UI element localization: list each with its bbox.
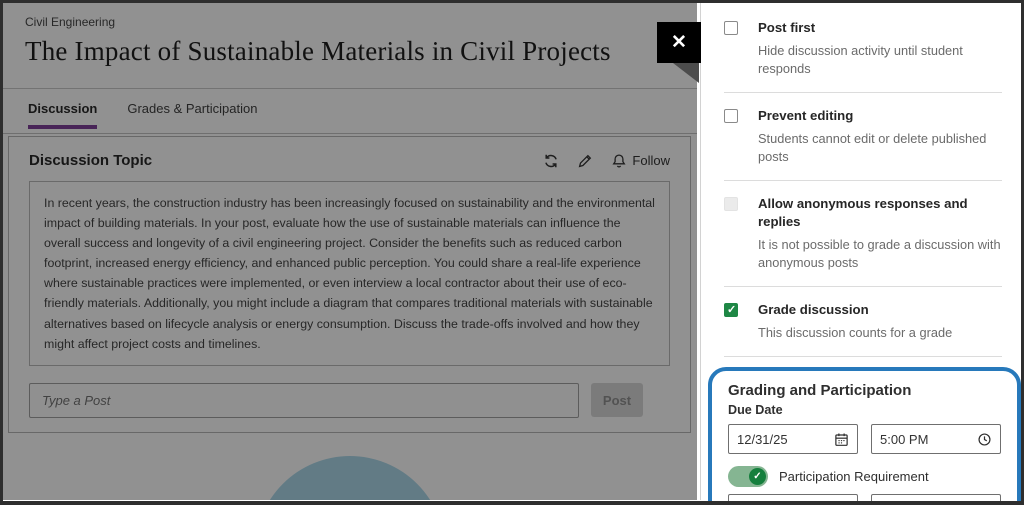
divider bbox=[724, 92, 1002, 93]
due-time-input[interactable]: 5:00 PM bbox=[871, 424, 1001, 454]
close-icon: ✕ bbox=[671, 31, 687, 54]
discussion-settings-panel: Post first Hide discussion activity unti… bbox=[700, 3, 1024, 500]
participation-type-dropdown[interactable]: Post or Reply ▾ bbox=[871, 494, 1001, 505]
app-window: Civil Engineering The Impact of Sustaina… bbox=[0, 0, 1024, 505]
option-label: Grade discussion bbox=[758, 301, 1006, 319]
participation-requirement-toggle[interactable]: ✓ bbox=[728, 466, 768, 487]
divider bbox=[724, 356, 1002, 357]
option-description: This discussion counts for a grade bbox=[758, 324, 1006, 342]
participation-count-dropdown[interactable]: 3 ▾ bbox=[728, 494, 858, 505]
participation-count-value: 3 bbox=[737, 502, 744, 505]
close-button-tail bbox=[673, 63, 699, 83]
option-description: It is not possible to grade a discussion… bbox=[758, 236, 1006, 272]
option-label: Prevent editing bbox=[758, 107, 1006, 125]
grade-discussion-checkbox[interactable] bbox=[724, 303, 738, 317]
allow-anonymous-checkbox bbox=[724, 197, 738, 211]
due-time-value: 5:00 PM bbox=[880, 432, 928, 447]
option-allow-anonymous: Allow anonymous responses and replies It… bbox=[724, 191, 1006, 284]
discussion-page: Civil Engineering The Impact of Sustaina… bbox=[3, 3, 697, 500]
option-prevent-editing: Prevent editing Students cannot edit or … bbox=[724, 103, 1006, 178]
divider bbox=[724, 286, 1002, 287]
due-date-value: 12/31/25 bbox=[737, 432, 788, 447]
option-description: Students cannot edit or delete published… bbox=[758, 130, 1006, 166]
option-post-first: Post first Hide discussion activity unti… bbox=[724, 15, 1006, 90]
due-date-label: Due Date bbox=[728, 403, 1001, 417]
calendar-icon bbox=[834, 432, 849, 447]
participation-requirement-label: Participation Requirement bbox=[779, 469, 929, 484]
toggle-check-icon: ✓ bbox=[749, 468, 766, 485]
post-first-checkbox[interactable] bbox=[724, 21, 738, 35]
clock-icon bbox=[977, 432, 992, 447]
prevent-editing-checkbox[interactable] bbox=[724, 109, 738, 123]
grading-section-heading: Grading and Participation bbox=[728, 382, 1001, 399]
option-description: Hide discussion activity until student r… bbox=[758, 42, 1006, 78]
option-grade-discussion: Grade discussion This discussion counts … bbox=[724, 297, 1006, 354]
option-label: Post first bbox=[758, 19, 1006, 37]
option-label: Allow anonymous responses and replies bbox=[758, 195, 1006, 231]
divider bbox=[724, 180, 1002, 181]
close-button[interactable]: ✕ bbox=[657, 22, 701, 63]
due-date-input[interactable]: 12/31/25 bbox=[728, 424, 858, 454]
grading-participation-highlight: Grading and Participation Due Date 12/31… bbox=[708, 367, 1021, 505]
participation-type-value: Post or Reply bbox=[880, 502, 958, 505]
modal-dim-overlay bbox=[3, 3, 697, 500]
